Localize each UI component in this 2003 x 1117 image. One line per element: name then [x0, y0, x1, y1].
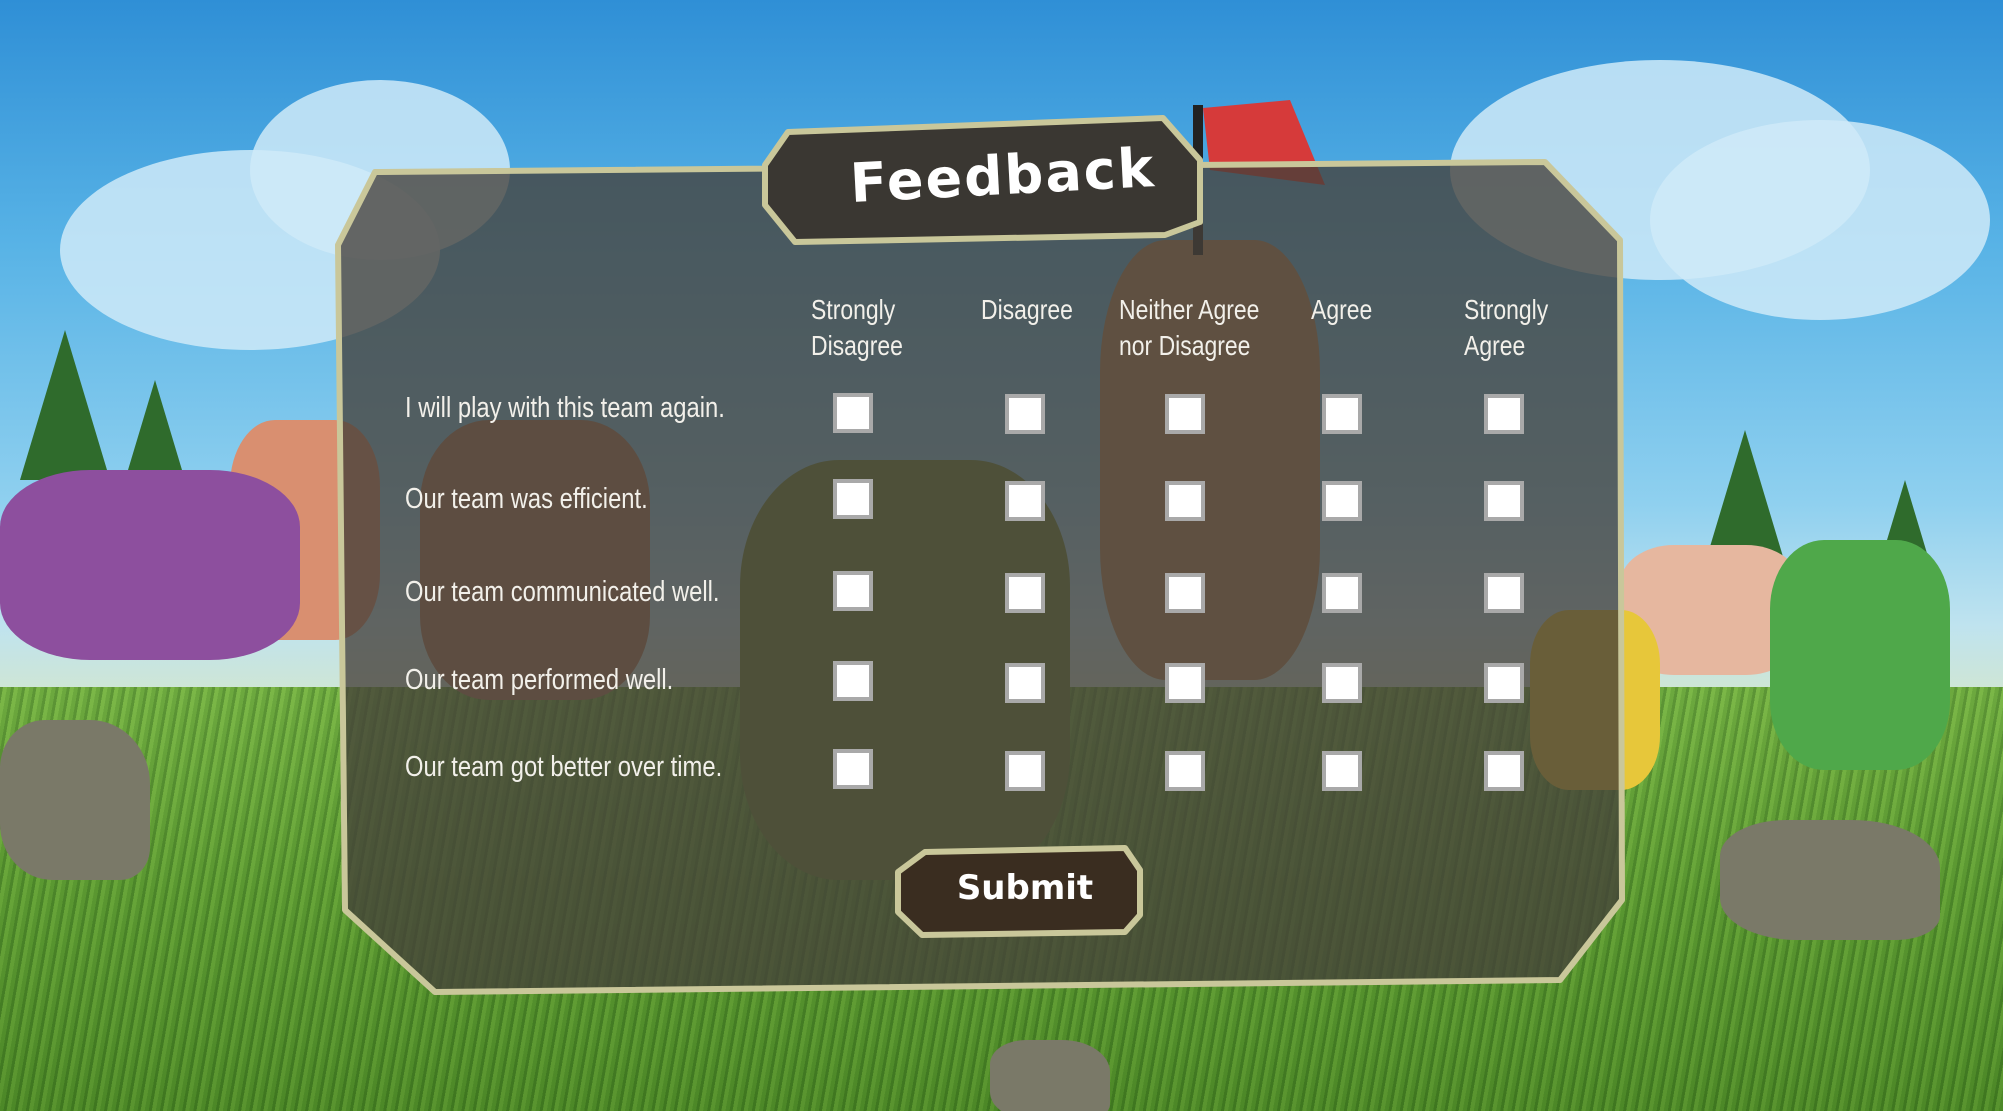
checkbox-q4-disagree[interactable] [1005, 663, 1045, 703]
column-header-line: Disagree [981, 294, 1073, 325]
column-header-strongly-agree: Strongly Agree [1464, 292, 1548, 364]
checkbox-q2-strongly-agree[interactable] [1484, 481, 1524, 521]
column-header-line: nor Disagree [1119, 330, 1251, 361]
checkbox-q1-strongly-disagree[interactable] [833, 393, 873, 433]
column-header-line: Agree [1464, 330, 1526, 361]
checkbox-q2-agree[interactable] [1322, 481, 1362, 521]
column-header-neither: Neither Agree nor Disagree [1119, 292, 1259, 364]
checkbox-q5-agree[interactable] [1322, 751, 1362, 791]
column-header-line: Disagree [811, 330, 903, 361]
checkbox-q1-agree[interactable] [1322, 394, 1362, 434]
checkbox-q2-strongly-disagree[interactable] [833, 479, 873, 519]
question-label: Our team communicated well. [405, 576, 720, 608]
checkbox-q5-strongly-disagree[interactable] [833, 749, 873, 789]
question-label: Our team was efficient. [405, 483, 648, 515]
column-header-line: Agree [1311, 294, 1373, 325]
checkbox-q5-disagree[interactable] [1005, 751, 1045, 791]
checkbox-q2-disagree[interactable] [1005, 481, 1045, 521]
column-header-line: Neither Agree [1119, 294, 1260, 325]
checkbox-q1-disagree[interactable] [1005, 394, 1045, 434]
column-header-line: Strongly [1464, 294, 1549, 325]
question-label: Our team got better over time. [405, 751, 723, 783]
column-header-line: Strongly [811, 294, 896, 325]
question-label: I will play with this team again. [405, 392, 725, 424]
checkbox-q3-strongly-agree[interactable] [1484, 573, 1524, 613]
checkbox-q4-neither[interactable] [1165, 663, 1205, 703]
checkbox-q4-strongly-agree[interactable] [1484, 663, 1524, 703]
column-header-disagree: Disagree [981, 292, 1073, 328]
column-header-strongly-disagree: Strongly Disagree [811, 292, 903, 364]
column-header-agree: Agree [1311, 292, 1372, 328]
checkbox-q3-agree[interactable] [1322, 573, 1362, 613]
submit-button[interactable] [895, 850, 1140, 932]
checkbox-q4-agree[interactable] [1322, 663, 1362, 703]
checkbox-q3-neither[interactable] [1165, 573, 1205, 613]
checkbox-q2-neither[interactable] [1165, 481, 1205, 521]
checkbox-q3-strongly-disagree[interactable] [833, 571, 873, 611]
checkbox-q1-neither[interactable] [1165, 394, 1205, 434]
checkbox-q1-strongly-agree[interactable] [1484, 394, 1524, 434]
checkbox-q4-strongly-disagree[interactable] [833, 661, 873, 701]
checkbox-q3-disagree[interactable] [1005, 573, 1045, 613]
question-label: Our team performed well. [405, 664, 674, 696]
checkbox-q5-neither[interactable] [1165, 751, 1205, 791]
checkbox-q5-strongly-agree[interactable] [1484, 751, 1524, 791]
